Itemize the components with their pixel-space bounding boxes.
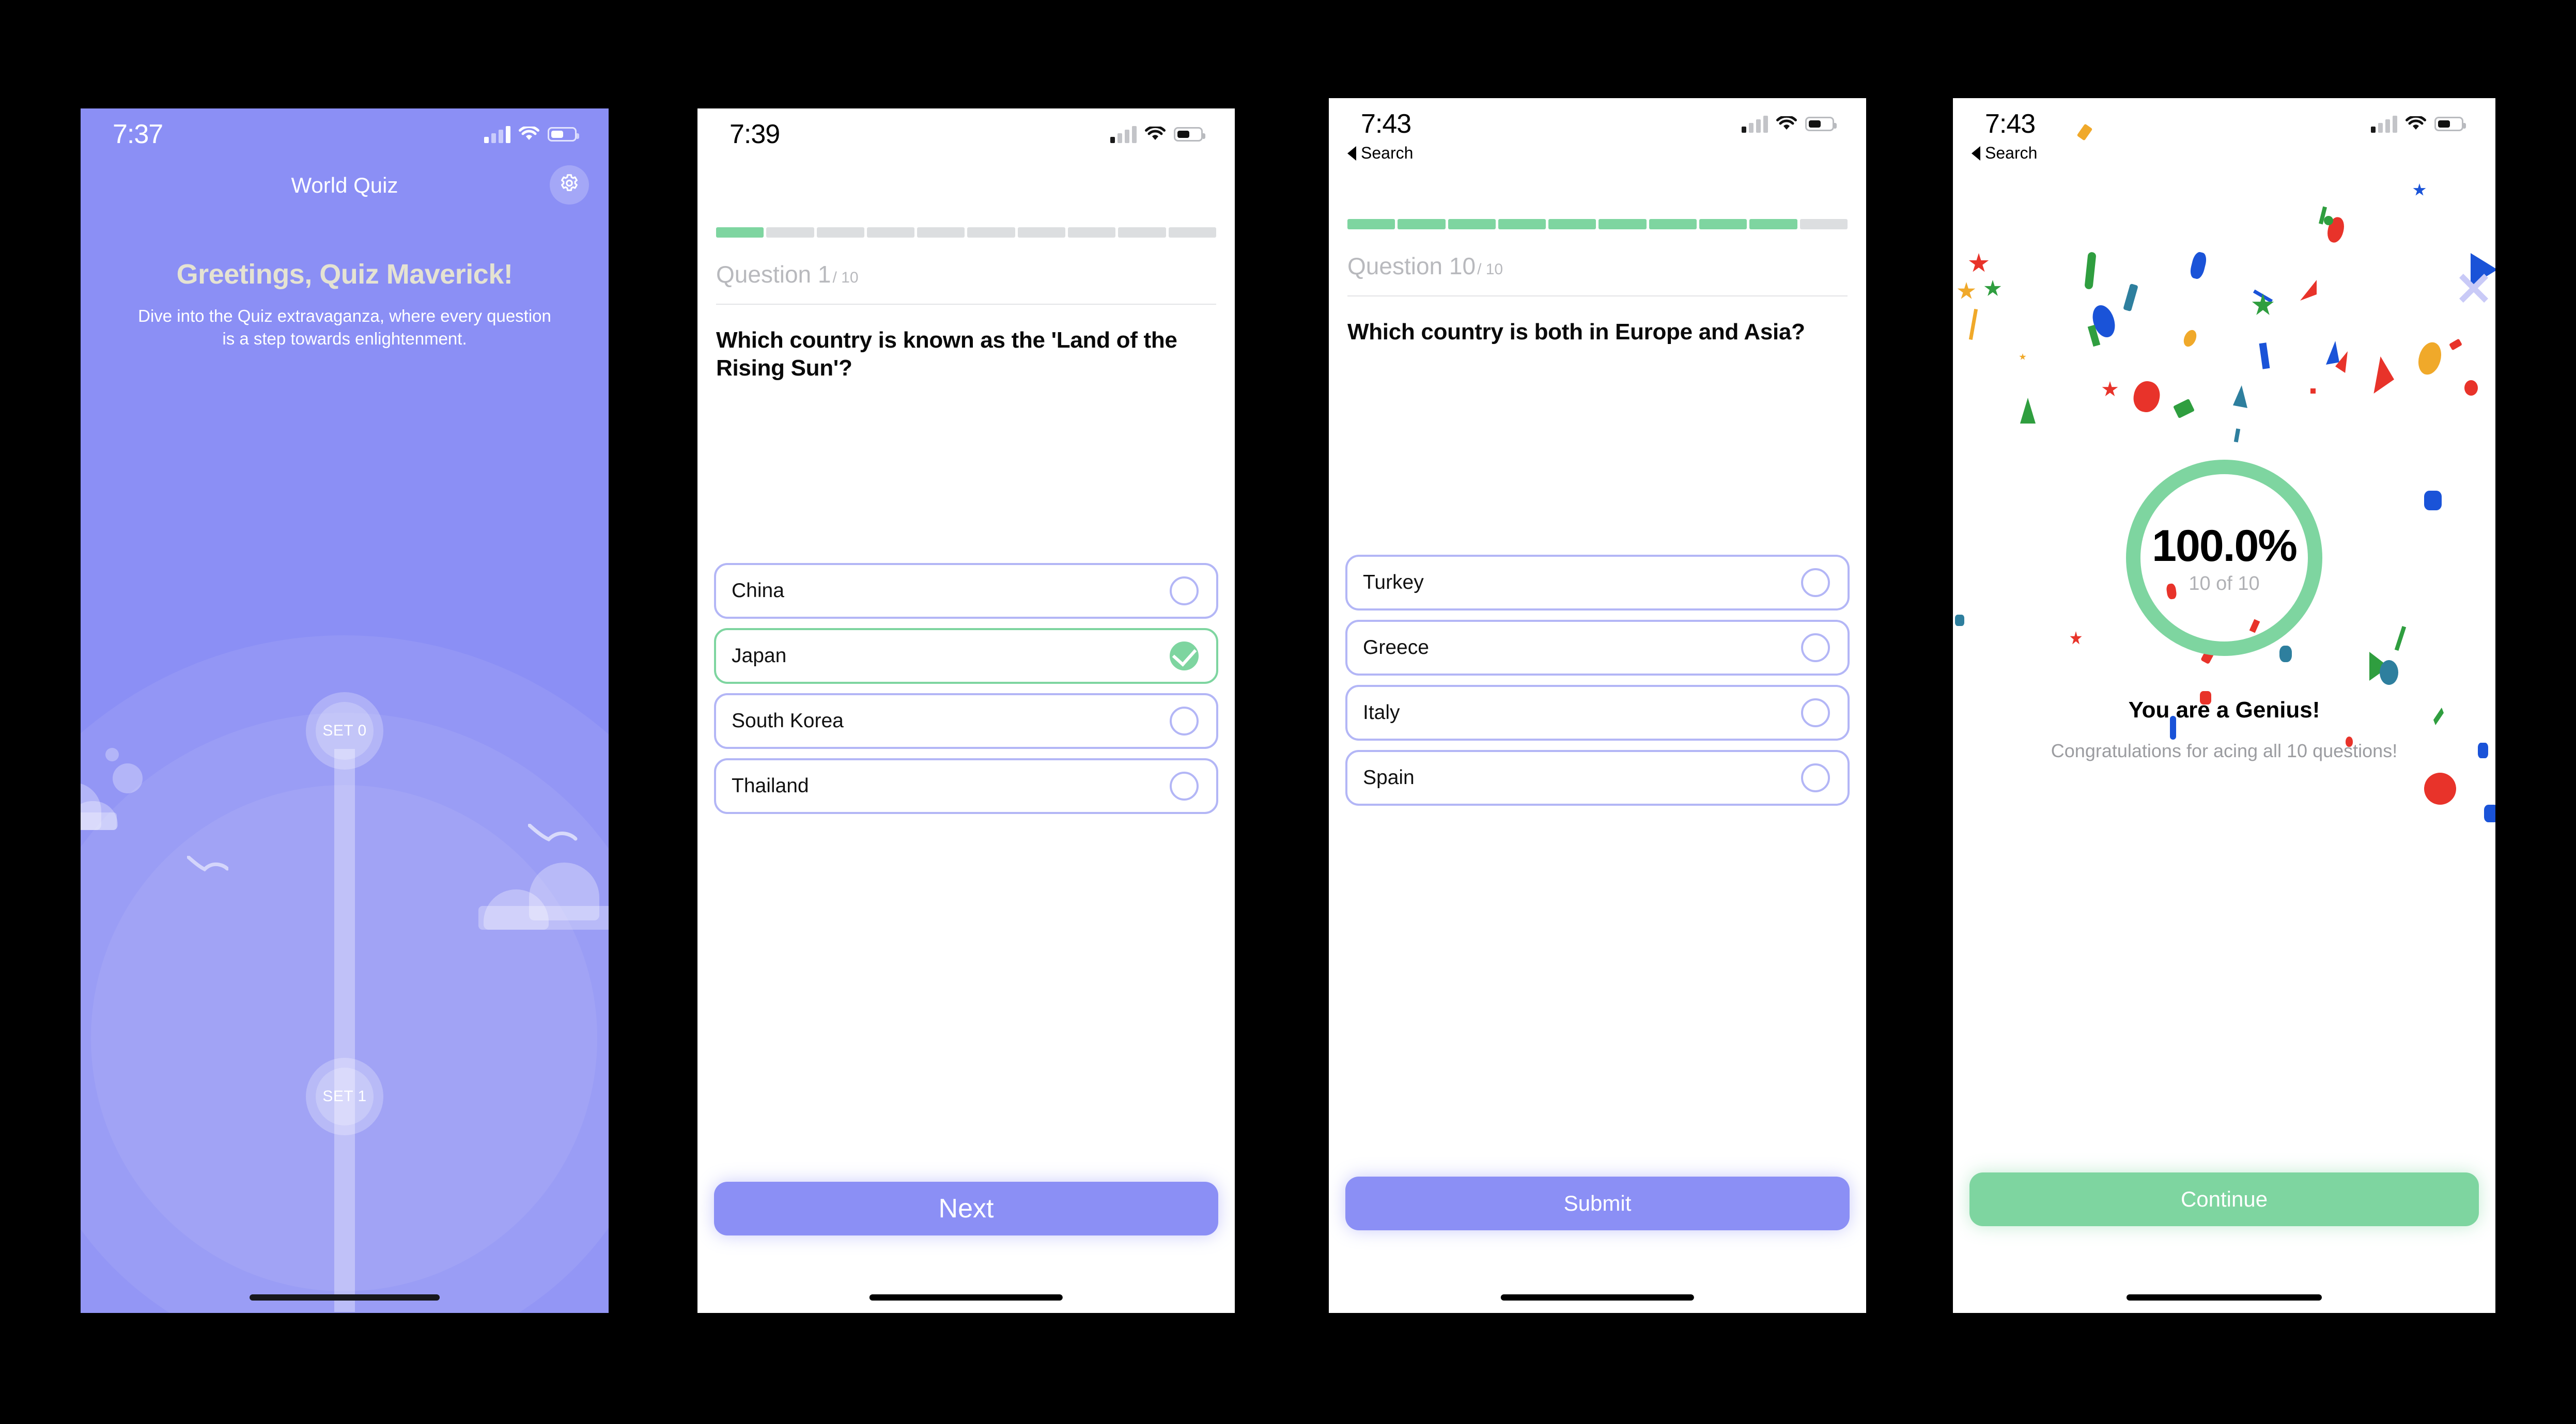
radio-icon[interactable] xyxy=(1801,568,1830,597)
status-time: 7:43 xyxy=(1361,109,1411,139)
radio-icon[interactable] xyxy=(1801,633,1830,662)
cellular-bars-icon xyxy=(1110,126,1137,143)
wifi-icon xyxy=(519,127,539,140)
answer-option-0[interactable]: Turkey xyxy=(1345,555,1850,611)
cellular-bars-icon xyxy=(484,126,510,143)
status-time: 7:39 xyxy=(730,119,780,149)
battery-icon xyxy=(548,127,579,142)
radio-icon[interactable] xyxy=(1801,763,1830,792)
question-counter-current: Question 1 xyxy=(716,261,831,288)
answer-option-3[interactable]: Thailand xyxy=(714,758,1218,814)
level-node-set-1[interactable]: SET 1 xyxy=(306,1058,383,1135)
answer-option-label: Greece xyxy=(1363,636,1429,659)
answer-option-0[interactable]: China xyxy=(714,563,1218,619)
answer-option-2[interactable]: Italy xyxy=(1345,685,1850,741)
question-text: Which country is both in Europe and Asia… xyxy=(1347,319,1805,345)
home-indicator[interactable] xyxy=(1500,1294,1695,1301)
level-node-label: SET 0 xyxy=(322,722,367,739)
answer-option-3[interactable]: Spain xyxy=(1345,750,1850,806)
gear-icon xyxy=(561,174,578,191)
bird-left-icon xyxy=(187,856,228,872)
status-time: 7:37 xyxy=(113,119,163,149)
cellular-bars-icon xyxy=(2371,115,2397,133)
wifi-icon xyxy=(1776,116,1797,130)
radio-icon[interactable] xyxy=(1801,698,1830,727)
question-counter-total: / 10 xyxy=(1477,261,1503,278)
phone-screen-home: 7:37 World Quiz Greetings, Quiz Maverick… xyxy=(81,108,609,1313)
status-icons xyxy=(1110,126,1205,143)
home-indicator[interactable] xyxy=(869,1294,1063,1301)
status-icons xyxy=(484,126,579,143)
radio-icon[interactable] xyxy=(1170,772,1199,801)
answer-option-label: Japan xyxy=(732,645,787,667)
result-title: You are a Genius! xyxy=(2128,697,2320,723)
answer-option-label: Italy xyxy=(1363,701,1400,724)
level-node-set-0[interactable]: SET 0 xyxy=(306,692,383,770)
status-time: 7:43 xyxy=(1985,109,2036,139)
level-node-label: SET 1 xyxy=(322,1088,367,1105)
back-to-search-button[interactable]: Search xyxy=(1972,144,2037,163)
answer-option-2[interactable]: South Korea xyxy=(714,693,1218,749)
answer-option-1[interactable]: Greece xyxy=(1345,620,1850,676)
question-counter: Question 10 / 10 xyxy=(1347,252,1503,280)
greeting-subtitle: Dive into the Quiz extravaganza, where e… xyxy=(138,306,551,348)
answer-option-label: China xyxy=(732,580,784,602)
settings-button[interactable] xyxy=(550,165,589,205)
divider xyxy=(1347,295,1848,296)
quiz-progress-bar xyxy=(716,227,1216,238)
home-indicator[interactable] xyxy=(250,1294,440,1301)
status-icons xyxy=(1742,115,1837,133)
radio-icon[interactable] xyxy=(1170,707,1199,736)
answer-option-label: South Korea xyxy=(732,710,844,732)
phone-screen-question-first: 7:39 Question 1 / 10 Which country is kn… xyxy=(697,108,1235,1313)
submit-button[interactable]: Submit xyxy=(1345,1177,1850,1230)
score-fraction: 10 of 10 xyxy=(2189,573,2260,594)
back-button-label: Search xyxy=(1361,144,1414,162)
chevron-left-icon xyxy=(1347,146,1356,161)
question-counter: Question 1 / 10 xyxy=(716,260,859,288)
level-path-line xyxy=(334,749,355,1312)
status-icons xyxy=(2371,115,2466,133)
battery-icon xyxy=(1805,117,1837,131)
home-indicator[interactable] xyxy=(2127,1294,2322,1301)
answer-options-list: Turkey Greece Italy Spain xyxy=(1345,555,1850,806)
status-bar: 7:37 xyxy=(81,108,609,160)
answer-option-label: Spain xyxy=(1363,766,1415,789)
quiz-progress-bar xyxy=(1347,219,1848,229)
bubble-medium-icon xyxy=(113,763,143,793)
greeting-heading: Greetings, Quiz Maverick! xyxy=(176,259,513,290)
continue-button[interactable]: Continue xyxy=(1969,1172,2479,1226)
battery-icon xyxy=(2434,117,2466,131)
bird-right-icon xyxy=(528,824,578,842)
back-button-label: Search xyxy=(1985,144,2038,162)
question-text: Which country is known as the 'Land of t… xyxy=(716,327,1177,381)
check-icon[interactable] xyxy=(1170,641,1199,670)
answer-option-label: Thailand xyxy=(732,775,809,797)
question-counter-total: / 10 xyxy=(832,269,859,286)
phone-screen-result: 7:43 Search 100.0% 10 of 10 You are a Ge… xyxy=(1953,98,2495,1313)
phone-screen-question-last: 7:43 Search Question 10 / 10 Which count… xyxy=(1329,98,1866,1313)
back-to-search-button[interactable]: Search xyxy=(1347,144,1413,163)
answer-options-list: China Japan South Korea Thailand xyxy=(714,563,1218,814)
score-ring: 100.0% 10 of 10 xyxy=(2126,460,2322,656)
question-counter-current: Question 10 xyxy=(1347,253,1476,279)
result-subtitle: Congratulations for acing all 10 questio… xyxy=(2051,740,2398,761)
next-button[interactable]: Next xyxy=(714,1182,1218,1235)
cellular-bars-icon xyxy=(1742,115,1768,133)
answer-option-1[interactable]: Japan xyxy=(714,628,1218,684)
score-percent: 100.0% xyxy=(2152,521,2298,571)
radio-icon[interactable] xyxy=(1170,576,1199,605)
divider xyxy=(716,304,1216,305)
status-bar: 7:39 xyxy=(697,108,1235,160)
wifi-icon xyxy=(1145,127,1166,140)
page-title: World Quiz xyxy=(291,173,398,197)
bubble-small-icon xyxy=(105,748,119,761)
status-bar: 7:43 xyxy=(1329,98,1866,150)
chevron-left-icon xyxy=(1972,146,1980,161)
battery-icon xyxy=(1174,127,1205,142)
wifi-icon xyxy=(2406,116,2426,130)
status-bar: 7:43 xyxy=(1953,98,2495,150)
answer-option-label: Turkey xyxy=(1363,571,1424,593)
